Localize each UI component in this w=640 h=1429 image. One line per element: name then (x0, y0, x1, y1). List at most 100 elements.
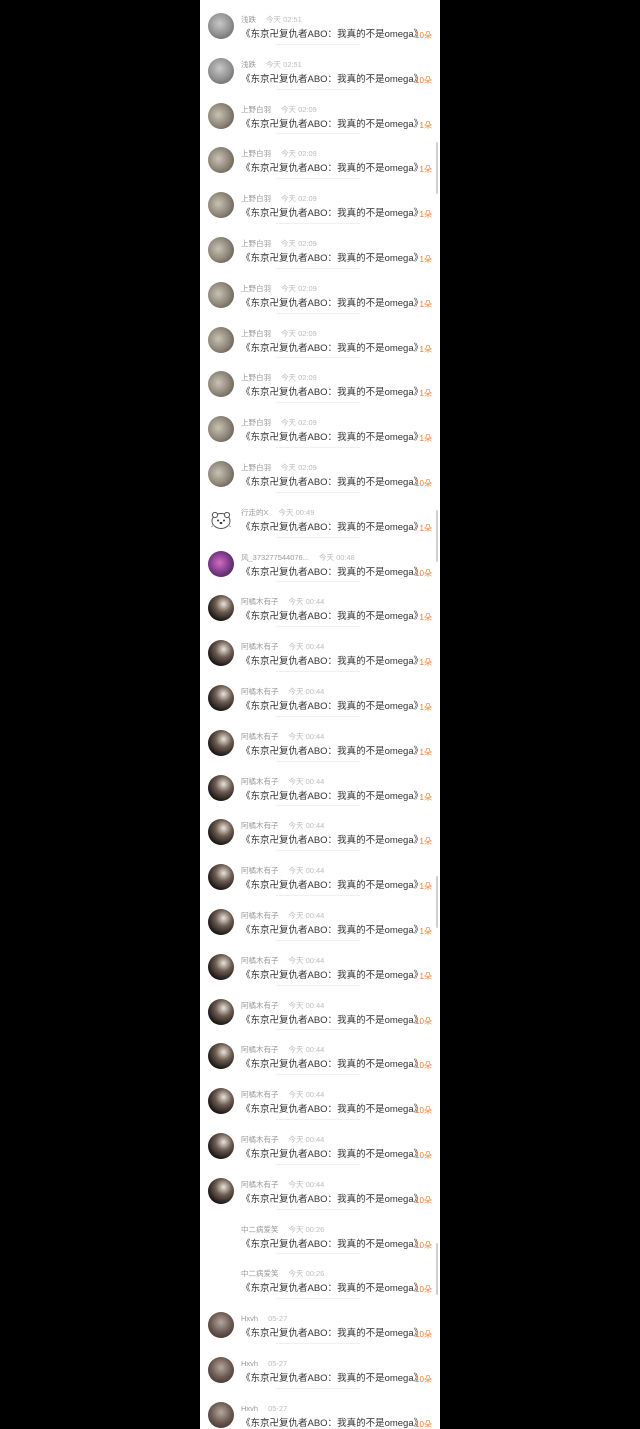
list-item[interactable]: 阿橘木有子 今天 00:44 《东京卍复仇者ABO：我真的不是omega》 1朵 (200, 672, 440, 717)
scrollbar-thumb[interactable] (436, 142, 438, 194)
username[interactable]: 中二病爱笑 (241, 1225, 279, 1234)
list-item[interactable]: 阿橘木有子 今天 00:44 《东京卍复仇者ABO：我真的不是omega》 10朵 (200, 1165, 440, 1210)
avatar[interactable] (208, 550, 234, 577)
book-title[interactable]: 《东京卍复仇者ABO：我真的不是omega》 (241, 746, 434, 758)
book-title[interactable]: 《东京卍复仇者ABO：我真的不是omega》 (241, 298, 434, 310)
avatar[interactable] (208, 1043, 234, 1070)
avatar[interactable] (208, 236, 234, 263)
username[interactable]: 阿橘木有子 (241, 597, 279, 606)
book-title[interactable]: 《东京卍复仇者ABO：我真的不是omega》 (241, 1059, 434, 1071)
list-item[interactable]: 阿橘木有子 今天 00:44 《东京卍复仇者ABO：我真的不是omega》 10朵 (200, 986, 440, 1031)
avatar[interactable] (208, 1312, 234, 1339)
avatar[interactable] (208, 774, 234, 801)
username[interactable]: 阿橘木有子 (241, 687, 279, 696)
book-title[interactable]: 《东京卍复仇者ABO：我真的不是omega》 (241, 970, 434, 982)
list-item[interactable]: 上野白羽 今天 02:09 《东京卍复仇者ABO：我真的不是omega》 1朵 (200, 134, 440, 179)
scrollbar-thumb[interactable] (436, 1243, 438, 1295)
book-title[interactable]: 《东京卍复仇者ABO：我真的不是omega》 (241, 1283, 434, 1295)
username[interactable]: Hxvh (241, 1359, 258, 1368)
list-item[interactable]: 阿橘木有子 今天 00:44 《东京卍复仇者ABO：我真的不是omega》 1朵 (200, 762, 440, 807)
avatar[interactable] (208, 326, 234, 353)
list-item[interactable]: 上野白羽 今天 02:09 《东京卍复仇者ABO：我真的不是omega》 1朵 (200, 224, 440, 269)
username[interactable]: 上野白羽 (241, 149, 271, 158)
book-title[interactable]: 《东京卍复仇者ABO：我真的不是omega》 (241, 343, 434, 355)
avatar[interactable] (208, 416, 234, 443)
list-item[interactable]: Hxvh 05-27 《东京卍复仇者ABO：我真的不是omega》 10朵 (200, 1299, 440, 1344)
username[interactable]: 风_373277544076... (241, 553, 309, 562)
username[interactable]: 阿橘木有子 (241, 777, 279, 786)
book-title[interactable]: 《东京卍复仇者ABO：我真的不是omega》 (241, 1373, 434, 1385)
avatar[interactable] (208, 13, 234, 39)
book-title[interactable]: 《东京卍复仇者ABO：我真的不是omega》 (241, 1418, 434, 1429)
book-title[interactable]: 《东京卍复仇者ABO：我真的不是omega》 (241, 1149, 434, 1161)
book-title[interactable]: 《东京卍复仇者ABO：我真的不是omega》 (241, 522, 434, 534)
username[interactable]: 上野白羽 (241, 105, 271, 114)
avatar[interactable] (208, 371, 234, 398)
username[interactable]: 上野白羽 (241, 373, 271, 382)
list-item[interactable]: 上野白羽 今天 02:09 《东京卍复仇者ABO：我真的不是omega》 10朵 (200, 448, 440, 493)
book-title[interactable]: 《东京卍复仇者ABO：我真的不是omega》 (241, 1239, 434, 1251)
book-title[interactable]: 《东京卍复仇者ABO：我真的不是omega》 (241, 119, 434, 131)
book-title[interactable]: 《东京卍复仇者ABO：我真的不是omega》 (241, 925, 434, 937)
book-title[interactable]: 《东京卍复仇者ABO：我真的不是omega》 (241, 1328, 434, 1340)
book-title[interactable]: 《东京卍复仇者ABO：我真的不是omega》 (241, 432, 434, 444)
list-item[interactable]: 中二病爱笑 今天 00:26 《东京卍复仇者ABO：我真的不是omega》 10朵 (200, 1254, 440, 1299)
username[interactable]: Hxvh (241, 1314, 258, 1323)
book-title[interactable]: 《东京卍复仇者ABO：我真的不是omega》 (241, 791, 434, 803)
list-item[interactable]: 行走的X 今天 00:49 《东京卍复仇者ABO：我真的不是omega》 1朵 (200, 493, 440, 538)
list-item[interactable]: 上野白羽 今天 02:09 《东京卍复仇者ABO：我真的不是omega》 1朵 (200, 179, 440, 224)
book-title[interactable]: 《东京卍复仇者ABO：我真的不是omega》 (241, 656, 434, 668)
book-title[interactable]: 《东京卍复仇者ABO：我真的不是omega》 (241, 74, 434, 86)
list-item[interactable]: 风_373277544076... 今天 00:48 《东京卍复仇者ABO：我真的不… (200, 538, 440, 583)
username[interactable]: 阿橘木有子 (241, 732, 279, 741)
avatar[interactable] (208, 640, 234, 667)
list-item[interactable]: 阿橘木有子 今天 00:44 《东京卍复仇者ABO：我真的不是omega》 1朵 (200, 717, 440, 762)
list-item[interactable]: 上野白羽 今天 02:09 《东京卍复仇者ABO：我真的不是omega》 1朵 (200, 403, 440, 448)
list-item[interactable]: Hxvh 05-27 《东京卍复仇者ABO：我真的不是omega》 10朵 (200, 1344, 440, 1389)
username[interactable]: 上野白羽 (241, 329, 271, 338)
list-item[interactable]: Hxvh 05-27 《东京卍复仇者ABO：我真的不是omega》 10朵 (200, 1389, 440, 1429)
gift-record-list[interactable]: 浅跌 今天 02:51 《东京卍复仇者ABO：我真的不是omega》 10朵 浅跌 今天 … (200, 0, 440, 1429)
list-item[interactable]: 阿橘木有子 今天 00:44 《东京卍复仇者ABO：我真的不是omega》 1朵 (200, 806, 440, 851)
book-title[interactable]: 《东京卍复仇者ABO：我真的不是omega》 (241, 1194, 434, 1206)
username[interactable]: 阿橘木有子 (241, 642, 279, 651)
avatar[interactable] (208, 864, 234, 891)
username[interactable]: 阿橘木有子 (241, 821, 279, 830)
username[interactable]: 阿橘木有子 (241, 956, 279, 965)
username[interactable]: 阿橘木有子 (241, 1090, 279, 1099)
avatar[interactable] (208, 684, 234, 711)
username[interactable]: 行走的X (241, 508, 269, 517)
scrollbar-thumb[interactable] (436, 510, 438, 562)
avatar[interactable] (208, 1223, 234, 1249)
avatar[interactable] (208, 192, 234, 219)
list-item[interactable]: 上野白羽 今天 02:09 《东京卍复仇者ABO：我真的不是omega》 1朵 (200, 358, 440, 403)
list-item[interactable]: 阿橘木有子 今天 00:44 《东京卍复仇者ABO：我真的不是omega》 1朵 (200, 896, 440, 941)
list-item[interactable]: 上野白羽 今天 02:09 《东京卍复仇者ABO：我真的不是omega》 1朵 (200, 90, 440, 135)
book-title[interactable]: 《东京卍复仇者ABO：我真的不是omega》 (241, 208, 434, 220)
username[interactable]: 阿橘木有子 (241, 866, 279, 875)
book-title[interactable]: 《东京卍复仇者ABO：我真的不是omega》 (241, 1104, 434, 1116)
avatar[interactable] (208, 908, 234, 935)
book-title[interactable]: 《东京卍复仇者ABO：我真的不是omega》 (241, 477, 434, 489)
username[interactable]: 阿橘木有子 (241, 1045, 279, 1054)
avatar[interactable] (208, 1401, 234, 1428)
username[interactable]: 阿橘木有子 (241, 1001, 279, 1010)
book-title[interactable]: 《东京卍复仇者ABO：我真的不是omega》 (241, 253, 434, 265)
username[interactable]: 阿橘木有子 (241, 1180, 279, 1189)
avatar[interactable] (208, 953, 234, 980)
username[interactable]: 阿橘木有子 (241, 911, 279, 920)
list-item[interactable]: 浅跌 今天 02:51 《东京卍复仇者ABO：我真的不是omega》 10朵 (200, 0, 440, 45)
username[interactable]: 阿橘木有子 (241, 1135, 279, 1144)
list-item[interactable]: 中二病爱笑 今天 00:26 《东京卍复仇者ABO：我真的不是omega》 10朵 (200, 1210, 440, 1255)
username[interactable]: 上野白羽 (241, 194, 271, 203)
avatar[interactable] (208, 595, 234, 622)
username[interactable]: 浅跌 (241, 15, 256, 24)
book-title[interactable]: 《东京卍复仇者ABO：我真的不是omega》 (241, 387, 434, 399)
avatar[interactable] (208, 1177, 234, 1204)
book-title[interactable]: 《东京卍复仇者ABO：我真的不是omega》 (241, 163, 434, 175)
username[interactable]: 中二病爱笑 (241, 1269, 279, 1278)
list-item[interactable]: 阿橘木有子 今天 00:44 《东京卍复仇者ABO：我真的不是omega》 10朵 (200, 1030, 440, 1075)
scrollbar-thumb[interactable] (436, 876, 438, 928)
list-item[interactable]: 阿橘木有子 今天 00:44 《东京卍复仇者ABO：我真的不是omega》 10朵 (200, 1120, 440, 1165)
list-item[interactable]: 阿橘木有子 今天 00:44 《东京卍复仇者ABO：我真的不是omega》 1朵 (200, 627, 440, 672)
